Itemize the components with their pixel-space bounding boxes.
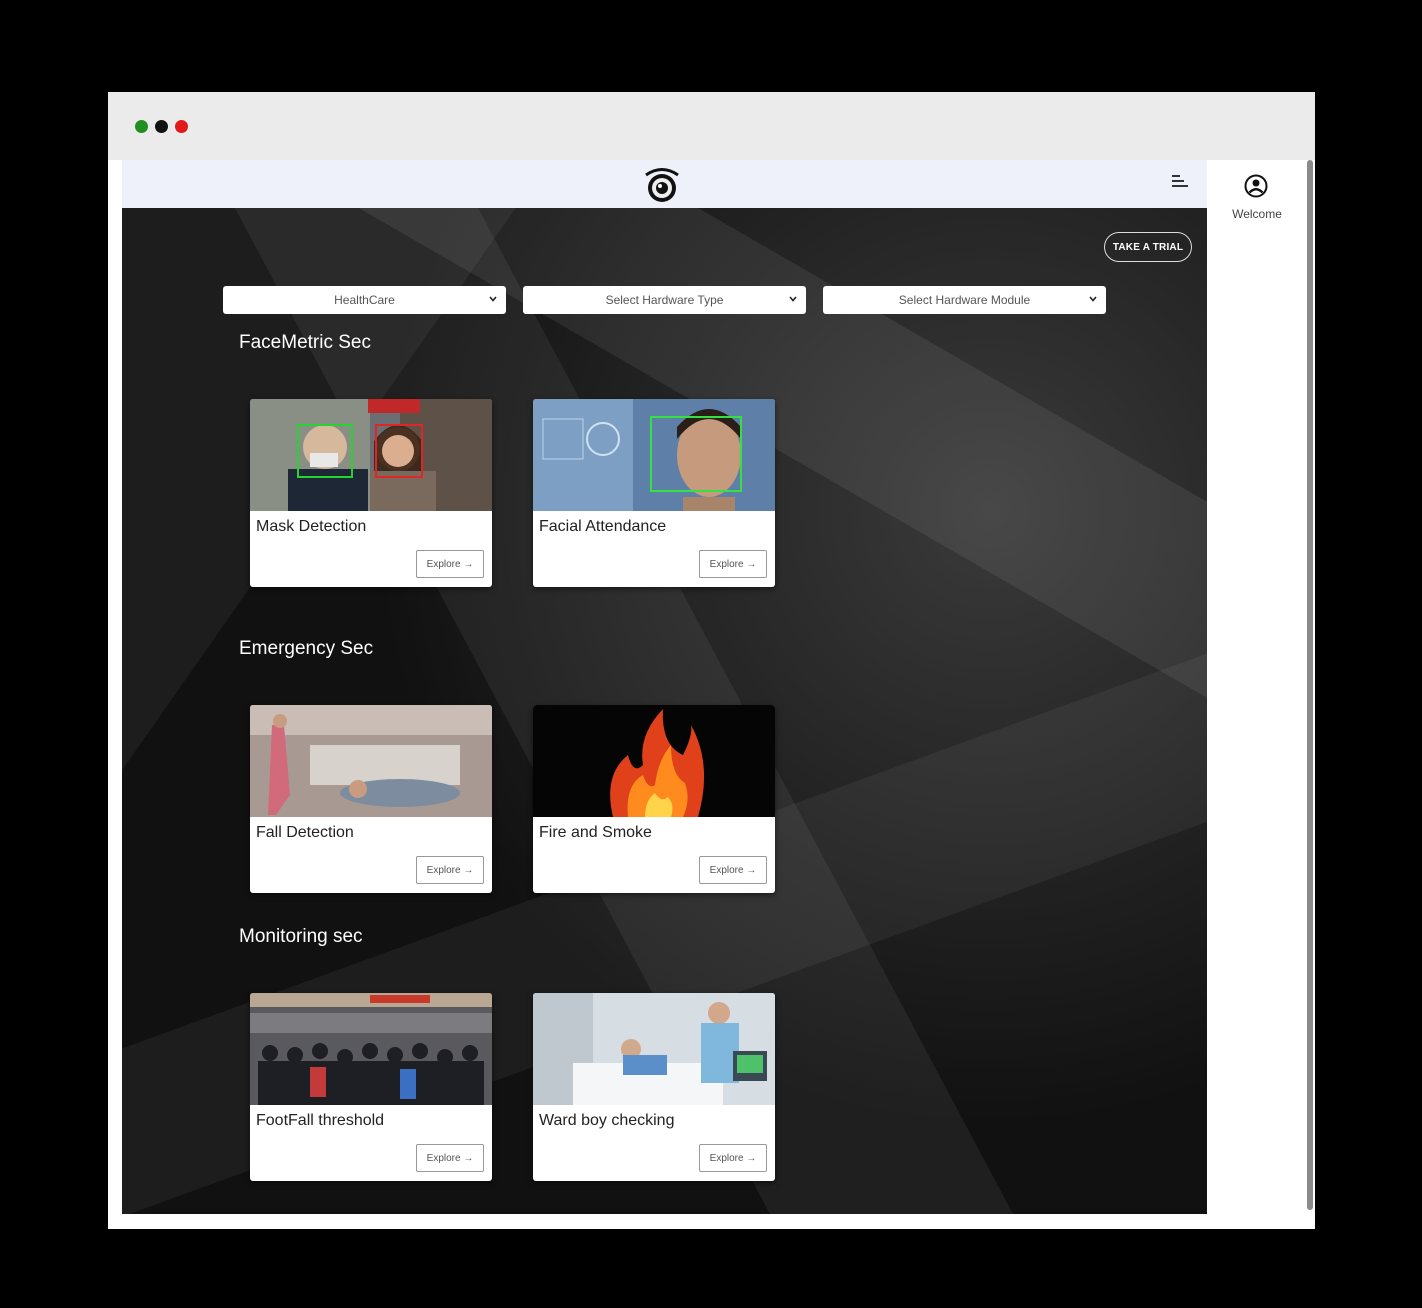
card-label: FootFall threshold <box>256 1112 385 1129</box>
hardware-module-select-value: Select Hardware Module <box>898 293 1031 307</box>
window-titlebar <box>108 92 1315 160</box>
browser-window: Welcome TAKE A TRIAL HealthCare Select H… <box>108 92 1315 1229</box>
explore-button[interactable]: Explore → <box>699 550 767 578</box>
card-facial-attendance[interactable]: Facial Attendance Explore → <box>533 399 775 587</box>
hardware-module-select[interactable]: Select Hardware Module <box>823 286 1106 314</box>
eye-camera-logo-icon[interactable] <box>642 166 682 204</box>
card-label: Fall Detection <box>256 824 354 841</box>
section-title-emergency: Emergency Sec <box>239 638 374 659</box>
fall-detection-image <box>250 705 492 817</box>
ward-patient-image <box>533 993 775 1105</box>
facial-attendance-image <box>533 399 775 511</box>
window-minimize-button[interactable] <box>155 120 168 133</box>
card-fire-and-smoke[interactable]: Fire and Smoke Explore → <box>533 705 775 893</box>
card-label: Fire and Smoke <box>539 824 652 841</box>
explore-button[interactable]: Explore → <box>416 550 484 578</box>
user-avatar-icon[interactable] <box>1244 174 1268 198</box>
hardware-type-select[interactable]: Select Hardware Type <box>523 286 806 314</box>
section-title-facemetric: FaceMetric Sec <box>239 332 371 353</box>
explore-button[interactable]: Explore → <box>699 1144 767 1172</box>
app-header <box>122 160 1207 208</box>
card-label: Ward boy checking <box>539 1112 675 1129</box>
chevron-down-icon <box>489 296 497 302</box>
card-label: Mask Detection <box>256 518 367 535</box>
menu-icon[interactable] <box>1172 175 1188 191</box>
take-a-trial-button[interactable]: TAKE A TRIAL <box>1104 232 1192 262</box>
chevron-down-icon <box>1089 296 1097 302</box>
explore-button[interactable]: Explore → <box>416 1144 484 1172</box>
window-maximize-button[interactable] <box>135 120 148 133</box>
user-panel: Welcome <box>1207 160 1307 1229</box>
card-ward-boy-checking[interactable]: Ward boy checking Explore → <box>533 993 775 1181</box>
card-fall-detection[interactable]: Fall Detection Explore → <box>250 705 492 893</box>
main-content: TAKE A TRIAL HealthCare Select Hardware … <box>122 208 1207 1214</box>
explore-button[interactable]: Explore → <box>699 856 767 884</box>
section-title-monitoring: Monitoring sec <box>239 926 363 947</box>
card-label: Facial Attendance <box>539 518 667 535</box>
card-footfall-threshold[interactable]: FootFall threshold Explore → <box>250 993 492 1181</box>
fire-smoke-image <box>533 705 775 817</box>
mask-detection-image <box>250 399 492 511</box>
industry-select[interactable]: HealthCare <box>223 286 506 314</box>
chevron-down-icon <box>789 296 797 302</box>
explore-button[interactable]: Explore → <box>416 856 484 884</box>
welcome-text: Welcome <box>1232 207 1282 221</box>
industry-select-value: HealthCare <box>334 293 395 307</box>
window-close-button[interactable] <box>175 120 188 133</box>
hardware-type-select-value: Select Hardware Type <box>605 293 724 307</box>
scrollbar[interactable] <box>1307 160 1313 1210</box>
card-mask-detection[interactable]: Mask Detection Explore → <box>250 399 492 587</box>
footfall-crowd-image <box>250 993 492 1105</box>
